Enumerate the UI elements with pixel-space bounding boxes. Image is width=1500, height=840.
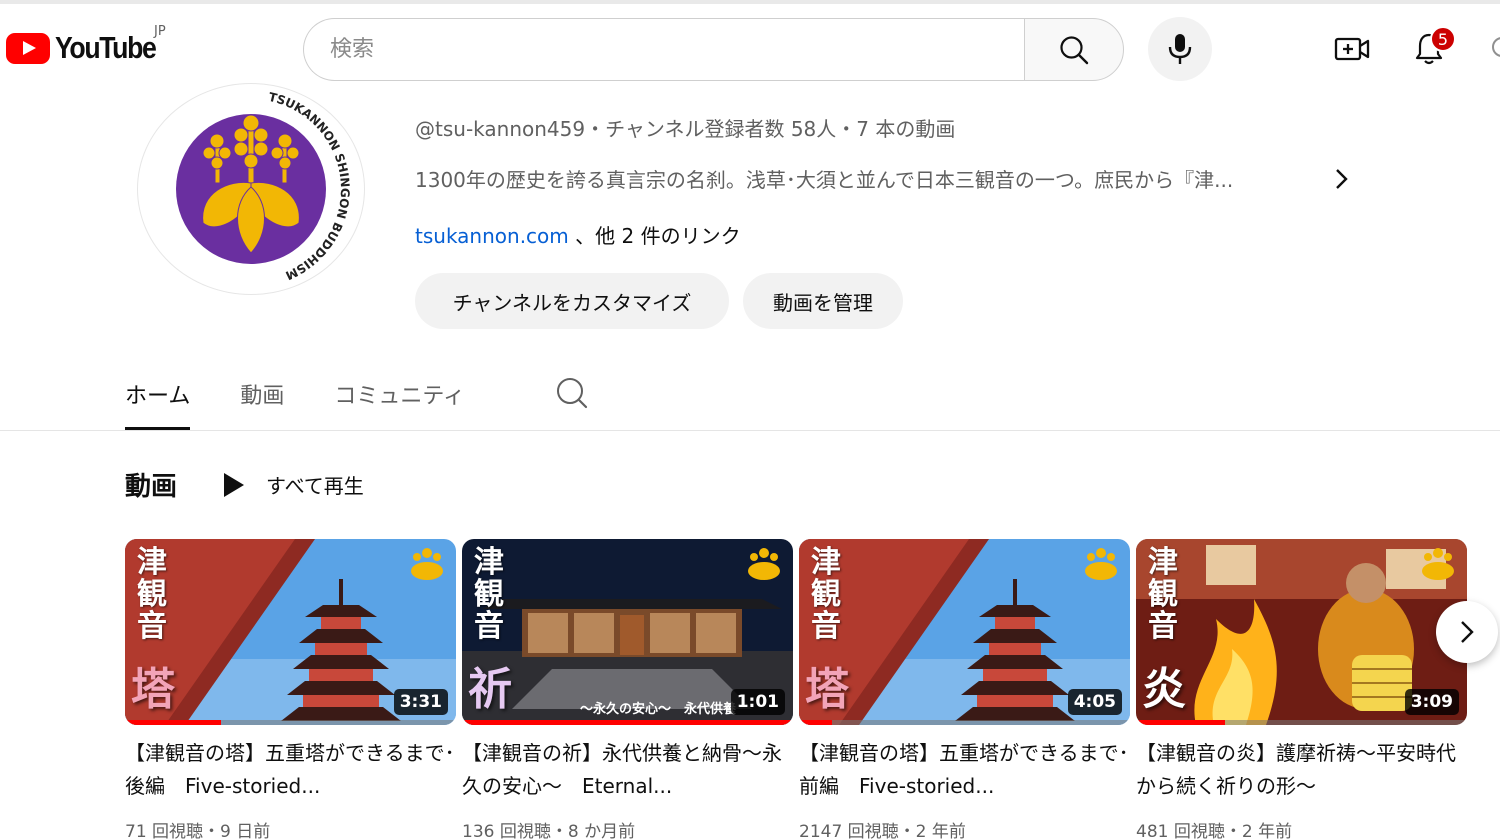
play-all-button[interactable]: すべて再生 [224, 470, 364, 499]
thumbnail-big-kanji: 炎 [1142, 664, 1186, 715]
channel-avatar: TSUKANNON SHINGON BUDDHISM [137, 83, 365, 295]
thumbnail-vertical-text: 津観音 [811, 545, 841, 644]
video-meta: 136 回視聴・8 か月前 [462, 822, 636, 840]
carousel-next-button[interactable] [1436, 601, 1498, 663]
channel-link-more[interactable]: 、他 2 件のリンク [575, 224, 740, 248]
video-title[interactable]: 【津観音の祈】永代供養と納骨～永久の安心～ Eternal... [462, 737, 793, 803]
video-title[interactable]: 【津観音の塔】五重塔ができるまで･前編 Five-storied... [799, 737, 1130, 803]
youtube-play-icon [6, 32, 50, 64]
tab-videos[interactable]: 動画 [240, 372, 284, 430]
section-title[interactable]: 動画 [125, 466, 177, 503]
temple-crest-icon: TSUKANNON SHINGON BUDDHISM [176, 90, 352, 283]
tab-community[interactable]: コミュニティ [334, 372, 465, 430]
channel-links: tsukannon.com 、他 2 件のリンク [415, 220, 741, 249]
crest-icon [411, 548, 443, 580]
video-card[interactable]: 津観音 塔 4:05 【津観音の塔】五重塔ができるまで･前編 Five-stor… [799, 539, 1130, 840]
watch-progress-fill [462, 720, 793, 725]
channel-search-button[interactable] [555, 376, 589, 410]
avatar-edge-fragment [1488, 30, 1500, 64]
watch-progress-fill [1136, 720, 1226, 725]
watch-progress-fill [125, 720, 221, 725]
watch-progress-fill [799, 720, 833, 725]
search-input[interactable] [330, 37, 1025, 62]
top-border [0, 0, 1500, 4]
video-meta: 481 回視聴・2 年前 [1136, 822, 1293, 840]
thumbnail-big-kanji: 祈 [468, 664, 512, 715]
country-code: JP [154, 24, 166, 39]
tab-home[interactable]: ホーム [125, 372, 191, 430]
video-duration: 3:31 [393, 689, 448, 715]
manage-videos-button[interactable]: 動画を管理 [743, 273, 903, 329]
video-card[interactable]: 津観音 祈 ～永久の安心～ 永代供養 1:01 【津観音の祈】永代供養と納骨～永… [462, 539, 793, 840]
video-meta: 71 回視聴・9 日前 [125, 822, 271, 840]
channel-tabs: ホーム 動画 コミュニティ [125, 372, 515, 430]
video-duration: 1:01 [730, 689, 785, 715]
video-thumbnail[interactable]: 津観音 炎 3:09 [1136, 539, 1467, 725]
video-title[interactable]: 【津観音の塔】五重塔ができるまで･後編 Five-storied... [125, 737, 456, 803]
video-card[interactable]: 津観音 炎 3:09 【津観音の炎】護摩祈祷～平安時代から続く祈りの形～ 481… [1136, 539, 1467, 840]
thumbnail-vertical-text: 津観音 [1148, 545, 1178, 644]
crest-icon [748, 548, 780, 580]
thumbnail-big-kanji: 塔 [131, 664, 175, 715]
video-thumbnail[interactable]: 津観音 祈 ～永久の安心～ 永代供養 1:01 [462, 539, 793, 725]
video-meta: 2147 回視聴・2 年前 [799, 822, 966, 840]
channel-link-primary[interactable]: tsukannon.com [415, 224, 569, 248]
create-button[interactable] [1326, 26, 1378, 72]
search-bar[interactable] [303, 18, 1025, 81]
video-thumbnail[interactable]: 津観音 塔 3:31 [125, 539, 456, 725]
channel-description[interactable]: 1300年の歴史を誇る真言宗の名刹。浅草･大須と並んで日本三観音の一つ。庶民から… [415, 164, 1315, 193]
thumbnail-vertical-text: 津観音 [474, 545, 504, 644]
customize-channel-button[interactable]: チャンネルをカスタマイズ [415, 273, 729, 329]
thumbnail-vertical-text: 津観音 [137, 545, 167, 644]
video-plus-icon [1334, 37, 1370, 61]
search-icon [557, 378, 588, 409]
video-duration: 3:09 [1404, 689, 1459, 715]
description-more-button[interactable] [1328, 166, 1354, 192]
tabs-divider [0, 430, 1500, 431]
chevron-right-icon [1461, 621, 1474, 643]
play-icon [224, 472, 244, 497]
crest-icon [1422, 548, 1454, 580]
channel-handle-stats: @tsu-kannon459・チャンネル登録者数 58人・7 本の動画 [415, 117, 956, 141]
video-card[interactable]: 津観音 塔 3:31 【津観音の塔】五重塔ができるまで･後編 Five-stor… [125, 539, 456, 840]
thumbnail-caption: ～永久の安心～ 永代供養 [580, 702, 737, 717]
thumbnail-big-kanji: 塔 [805, 664, 849, 715]
youtube-logo[interactable]: YouTube [6, 30, 172, 66]
microphone-icon [1168, 34, 1192, 64]
voice-search-button[interactable] [1148, 17, 1212, 81]
notification-badge: 5 [1430, 26, 1456, 52]
watch-progress-track [799, 720, 1130, 725]
play-all-label: すべて再生 [266, 474, 364, 498]
chevron-right-icon [1336, 169, 1348, 189]
video-thumbnail[interactable]: 津観音 塔 4:05 [799, 539, 1130, 725]
video-duration: 4:05 [1067, 689, 1122, 715]
search-button[interactable] [1024, 18, 1124, 81]
crest-icon [1085, 548, 1117, 580]
video-title[interactable]: 【津観音の炎】護摩祈祷～平安時代から続く祈りの形～ [1136, 737, 1467, 803]
search-icon [1060, 35, 1089, 64]
logo-wordmark: YouTube [55, 30, 157, 65]
